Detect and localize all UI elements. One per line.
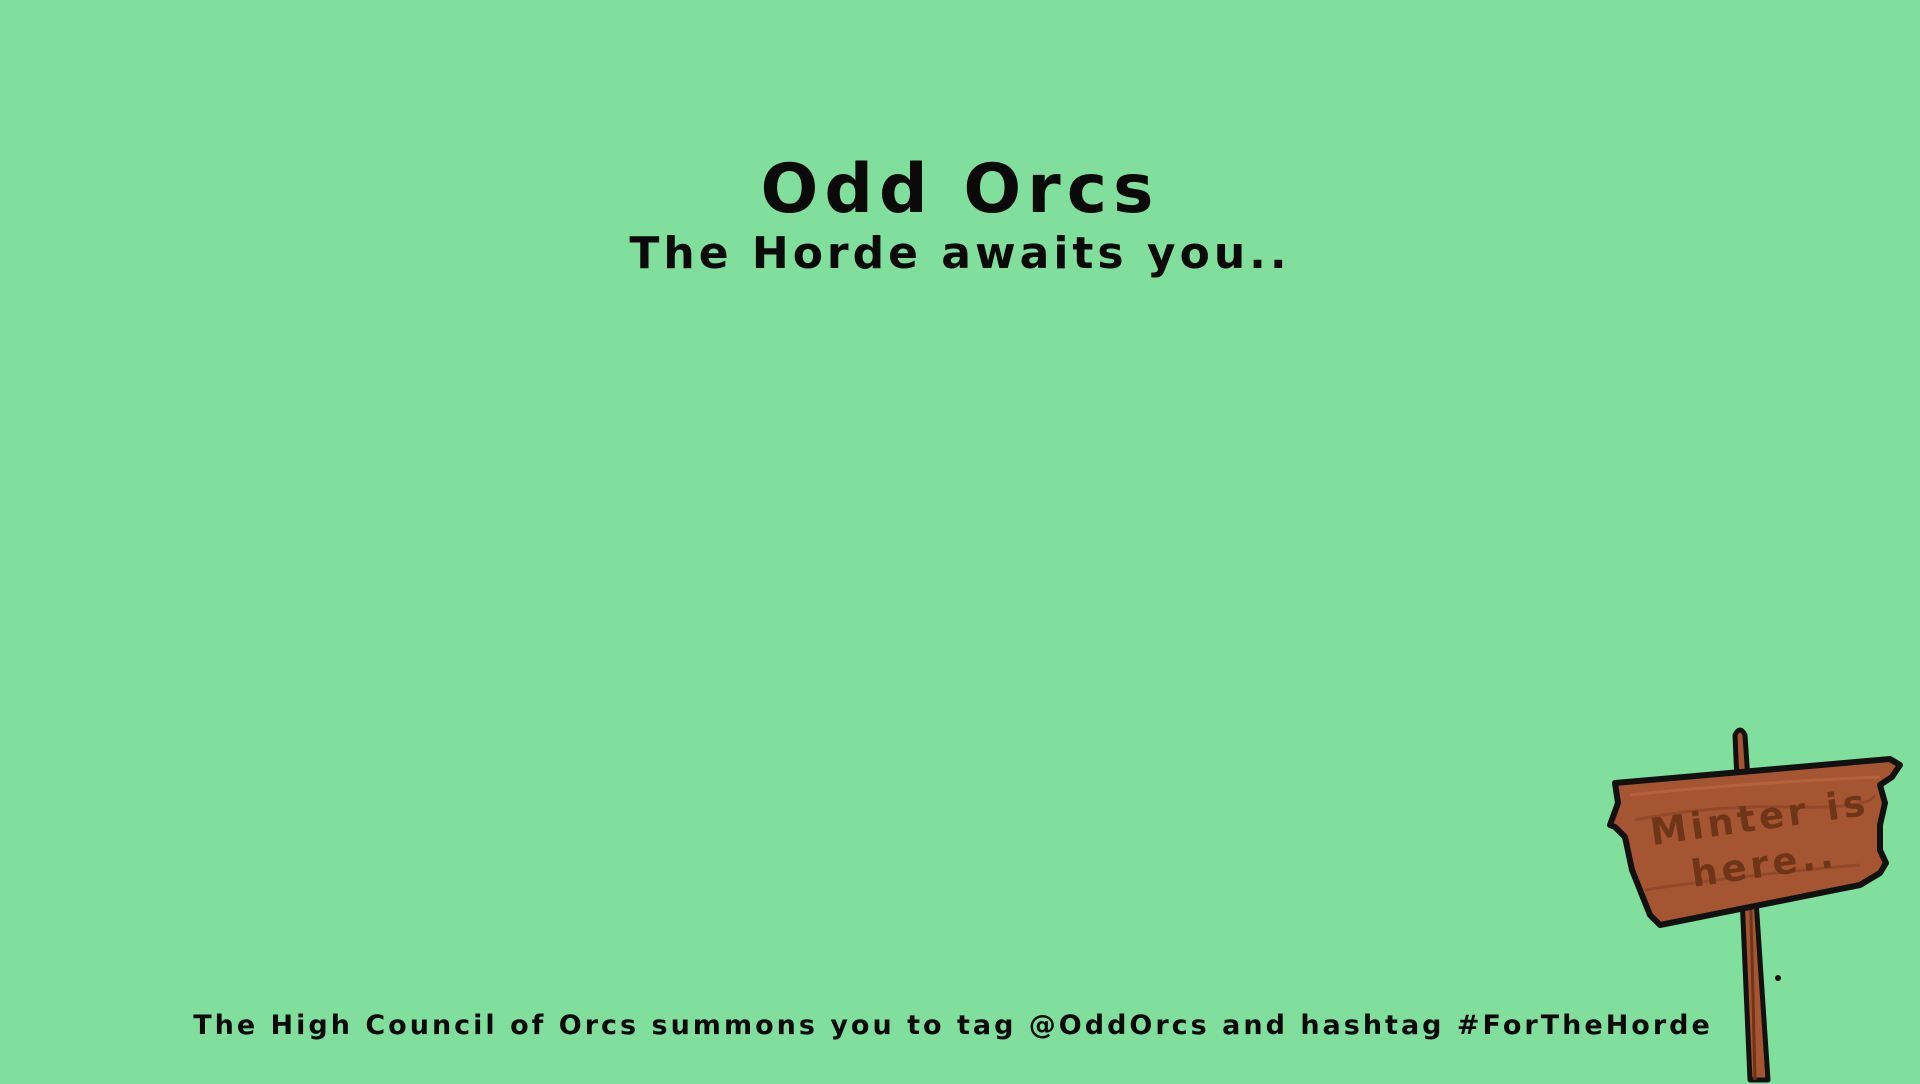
header: Odd Orcs The Horde awaits you..	[0, 150, 1920, 280]
page-title: Odd Orcs	[760, 150, 1160, 229]
landing-page: Odd Orcs The Horde awaits you.. The High…	[0, 0, 1920, 1083]
minter-sign-button[interactable]: Minter is here..	[1590, 725, 1920, 1083]
wooden-signpost-icon: Minter is here..	[1607, 727, 1903, 1083]
page-subtitle: The Horde awaits you..	[629, 228, 1291, 279]
